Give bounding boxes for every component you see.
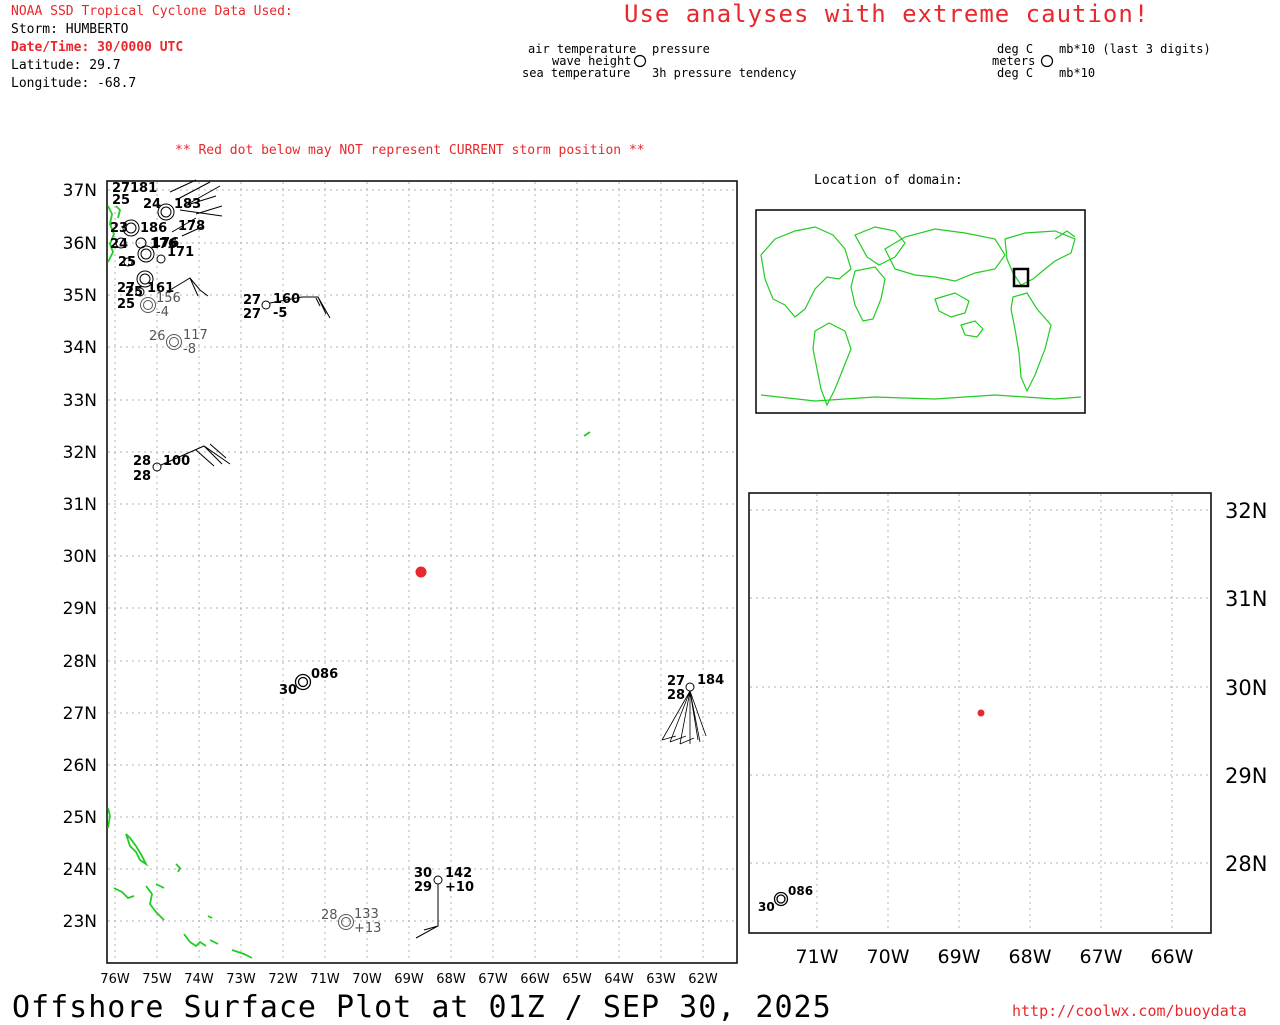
lon-label: 71W xyxy=(796,946,839,968)
lat-label: 30N xyxy=(1225,676,1267,700)
zoom-storm-dot xyxy=(977,709,985,717)
source-url[interactable]: http://coolwx.com/buoydata xyxy=(1012,1002,1247,1020)
zoom-lon-labels: 71W 70W 69W 68W 67W 66W xyxy=(796,946,1194,968)
plot-title: Offshore Surface Plot at 01Z / SEP 30, 2… xyxy=(12,990,832,1025)
zoom-station-model: 30 086 xyxy=(758,884,813,914)
station-pressure: 086 xyxy=(788,884,813,898)
lat-label: 32N xyxy=(1225,499,1267,523)
lon-label: 70W xyxy=(867,946,910,968)
station-air-temp: 30 xyxy=(758,900,775,914)
lon-label: 69W xyxy=(938,946,981,968)
zoom-map: 32N 31N 30N 29N 28N 71W 70W 69W 68W 67W … xyxy=(748,492,1267,968)
lon-label: 68W xyxy=(1009,946,1052,968)
lat-label: 28N xyxy=(1225,852,1267,876)
lon-label: 66W xyxy=(1151,946,1194,968)
lon-label: 67W xyxy=(1080,946,1123,968)
lat-label: 29N xyxy=(1225,764,1267,788)
lat-label: 31N xyxy=(1225,587,1267,611)
zoom-lat-labels: 32N 31N 30N 29N 28N xyxy=(1225,499,1267,876)
